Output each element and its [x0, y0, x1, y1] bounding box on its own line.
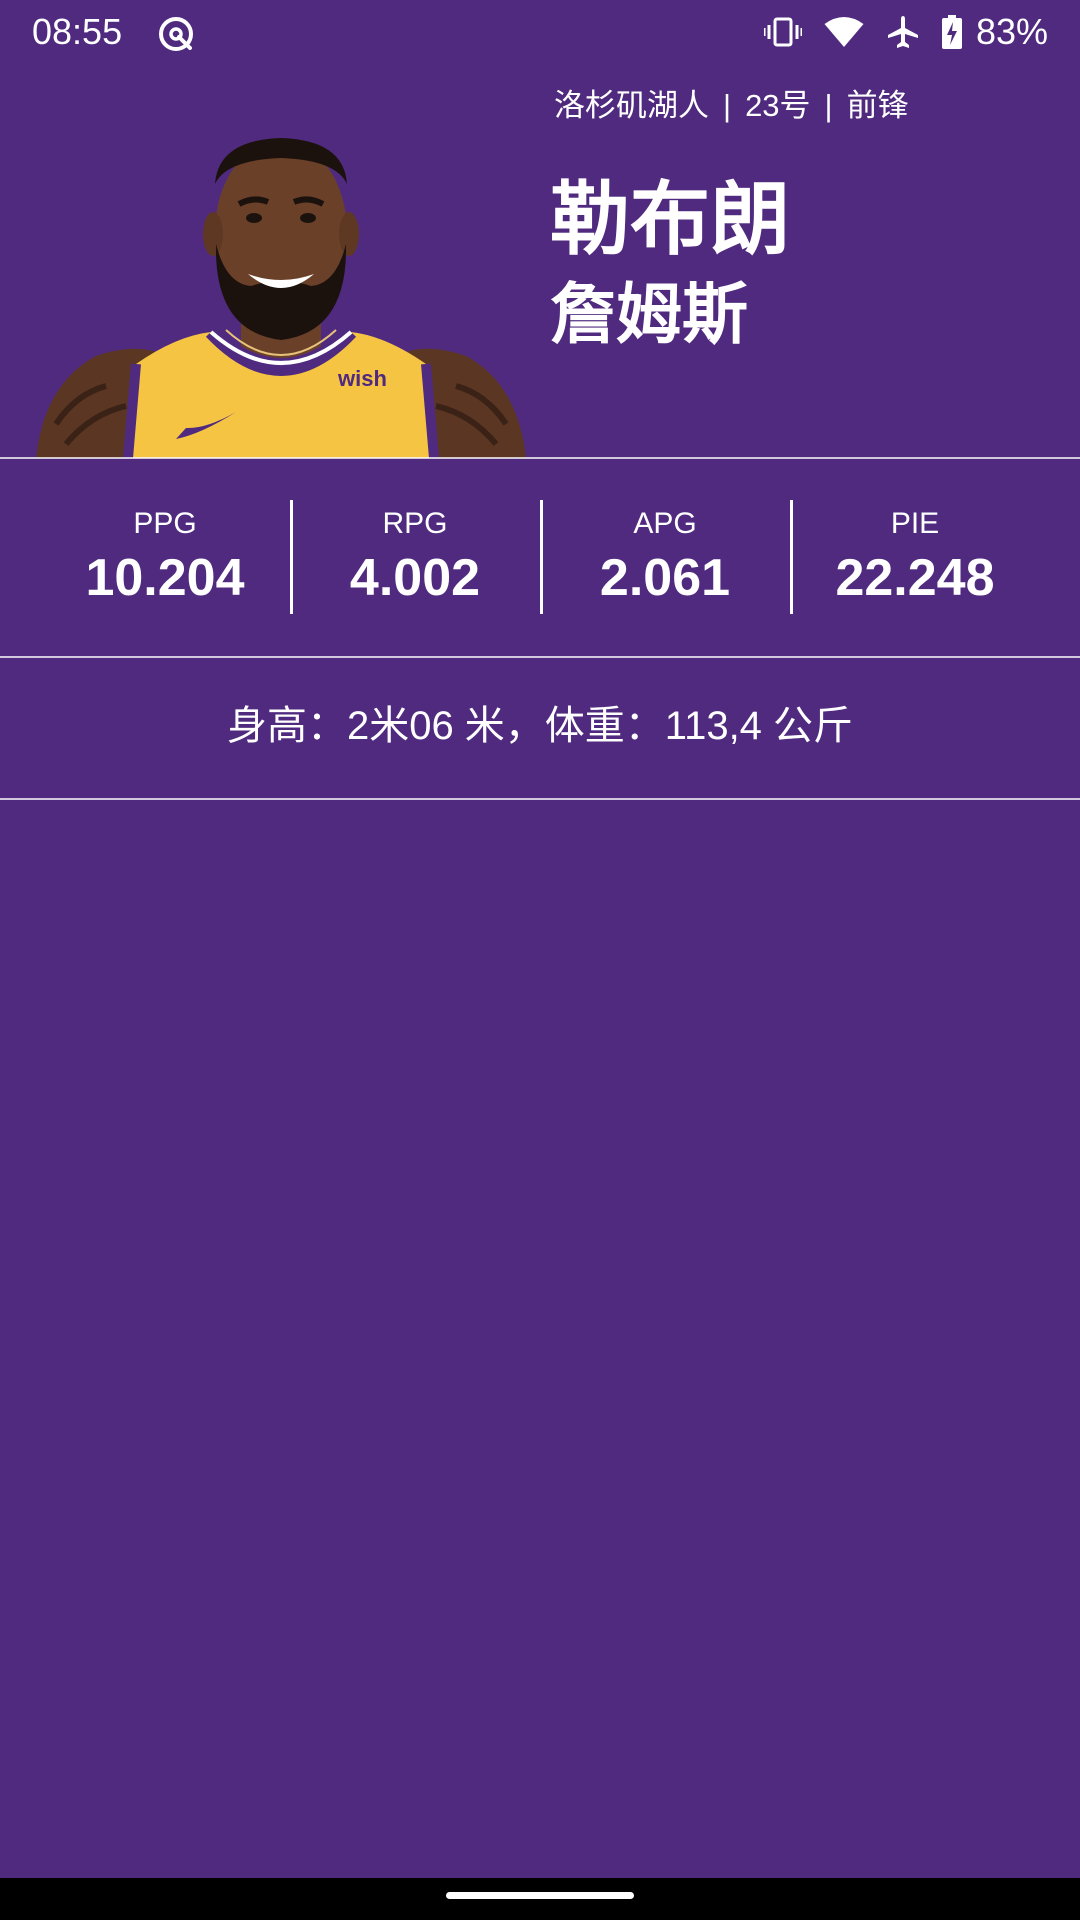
battery-percentage: 83%: [975, 11, 1048, 52]
stat-label: PIE: [890, 507, 940, 540]
stat-value: 4.002: [349, 549, 481, 607]
jersey-number: 23号: [745, 88, 811, 123]
divider: [0, 457, 1080, 459]
stat-value: 10.204: [85, 549, 245, 607]
battery-charging-icon: [941, 15, 962, 49]
stat-label: RPG: [382, 507, 448, 540]
player-position: 前锋: [846, 88, 909, 123]
home-gesture-handle[interactable]: [446, 1892, 634, 1899]
stat-rpg: RPG 4.002: [290, 500, 540, 616]
player-first-name: 勒布朗: [550, 175, 790, 264]
team-name: 洛杉矶湖人: [554, 88, 709, 123]
status-time: 08:55: [32, 11, 123, 52]
separator: |: [723, 88, 732, 123]
stat-label: APG: [633, 507, 697, 540]
divider: [0, 656, 1080, 658]
player-header: wish 洛杉矶湖人 | 23号 | 前锋 勒布朗 詹姆斯: [0, 64, 1080, 458]
status-bar: 08:55 83%: [0, 0, 1080, 64]
stat-value: 2.061: [599, 549, 731, 607]
divider: [0, 798, 1080, 800]
player-detail-screen: 08:55 83% wish 洛杉矶湖人 | 23号 | 前锋 勒布朗 詹姆斯 …: [0, 0, 1080, 1920]
player-photo: wish: [36, 138, 526, 458]
separator: |: [824, 88, 833, 123]
airplane-mode-icon: [887, 16, 918, 48]
stat-ppg: PPG 10.204: [40, 500, 290, 616]
stat-label: PPG: [133, 507, 197, 540]
team-info: 洛杉矶湖人 | 23号 | 前锋: [554, 86, 909, 126]
wifi-icon: [824, 17, 864, 47]
stat-value: 22.248: [835, 549, 995, 607]
app-notification-icon: [159, 17, 193, 51]
height-weight-info: 身高：2米06 米，体重：113,4 公斤: [226, 704, 854, 748]
svg-text:wish: wish: [337, 366, 387, 391]
stat-apg: APG 2.061: [540, 500, 790, 616]
player-last-name: 詹姆斯: [550, 277, 748, 351]
stats-row: PPG 10.204 RPG 4.002 APG 2.061 PIE 22.24…: [40, 500, 1040, 616]
status-icons: 83%: [763, 10, 1048, 54]
vibrate-icon: [763, 17, 802, 47]
navigation-bar: [0, 1878, 1080, 1920]
stat-pie: PIE 22.248: [790, 500, 1040, 616]
